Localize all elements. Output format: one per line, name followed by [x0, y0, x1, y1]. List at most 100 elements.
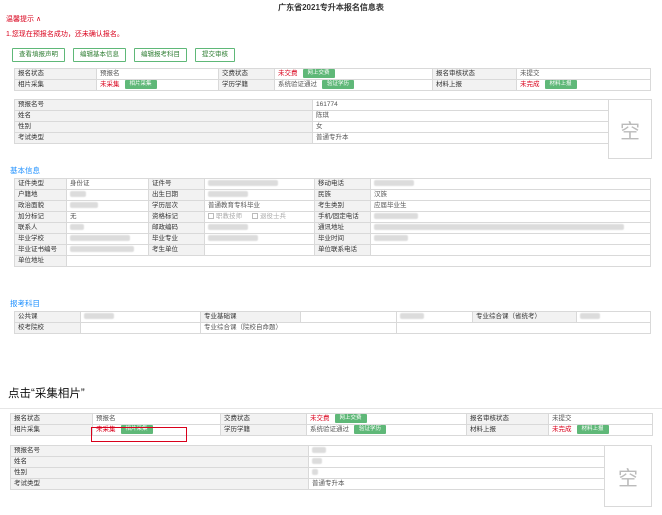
zoom-pay-status-value: 未交费 — [310, 415, 330, 423]
comp-course-label: 专业综合课（省统考） — [472, 311, 577, 323]
major-label: 毕业专业 — [148, 233, 205, 245]
submit-review-button[interactable]: 提交审核 — [195, 48, 235, 62]
phone-label: 手机/固定电话 — [314, 211, 371, 223]
political-label: 政治面貌 — [14, 200, 67, 212]
mobile-label: 移动电话 — [314, 178, 371, 190]
ethnic-label: 民族 — [314, 189, 371, 201]
toolbar: 查看填报声明 编辑基本信息 编辑报考科目 提交审核 — [12, 48, 235, 62]
material-status-value: 未完成 — [520, 81, 540, 89]
prereg-no-label: 预报名号 — [14, 99, 313, 111]
photo-status-value: 未采集 — [100, 81, 120, 89]
ethnic-value: 汉族 — [370, 189, 651, 201]
qual-tech-label: 职教技师 — [216, 213, 242, 220]
photo-capture-label: 相片采集 — [14, 79, 97, 92]
exam-type-label: 考试类型 — [14, 132, 313, 144]
school-label: 毕业学校 — [14, 233, 67, 245]
postcode-redacted — [208, 224, 248, 231]
zoom-prereg-no-redacted — [312, 447, 326, 454]
postcode-label: 邮政编码 — [148, 222, 205, 234]
subjects-section-title: 报考科目 — [10, 299, 40, 308]
name-value: 陈琪 — [312, 110, 609, 122]
pay-status-label: 交费状态 — [218, 67, 275, 81]
pay-online-button[interactable]: 网上交费 — [302, 69, 335, 78]
comp-course-redacted — [580, 313, 600, 320]
zoom-name-redacted — [312, 458, 322, 465]
material-upload-label: 材料上报 — [432, 79, 517, 92]
birth-label: 出生日期 — [148, 189, 205, 201]
id-type-label: 证件类型 — [14, 178, 67, 190]
zoom-material-upload-button[interactable]: 材料上报 — [576, 425, 609, 435]
zoom-gender-label: 性别 — [10, 467, 309, 479]
gender-value: 女 — [312, 121, 609, 133]
zoom-reg-status-label: 报名状态 — [10, 412, 93, 426]
bonus-label: 加分标记 — [14, 211, 67, 223]
instruction-caption: 点击“采集相片” — [8, 388, 85, 400]
zoom-material-upload-label: 材料上报 — [466, 424, 549, 437]
qual-tech-checkbox[interactable] — [208, 213, 214, 220]
id-type-value: 身份证 — [66, 178, 149, 190]
school-exam-label: 校考院校 — [14, 322, 81, 334]
zoom-top-divider — [0, 408, 662, 409]
major-redacted — [208, 235, 258, 242]
summary-table: 预报名号 161774 姓名 陈琪 性别女 考试类型 普通专升本 — [14, 99, 609, 144]
zoom-edu-status-label: 学历学籍 — [220, 424, 307, 437]
zoom-pay-status-label: 交费状态 — [220, 412, 307, 426]
edit-subjects-button[interactable]: 编辑报考科目 — [134, 48, 187, 62]
gender-label: 性别 — [14, 121, 313, 133]
contact-label: 联系人 — [14, 222, 67, 234]
zoom-audit-status-value: 未提交 — [548, 412, 653, 426]
cert-no-redacted — [70, 246, 134, 253]
pay-status-value: 未交费 — [278, 70, 298, 78]
unit-label: 考生单位 — [148, 244, 205, 256]
unit-address-label: 单位地址 — [14, 255, 67, 267]
basic-info-section-title: 基本信息 — [10, 166, 40, 175]
reg-status-value: 预报名 — [96, 67, 219, 81]
address-label: 通讯地址 — [314, 222, 371, 234]
address-redacted — [374, 224, 624, 231]
cert-no-label: 毕业证书编号 — [14, 244, 67, 256]
zoom-verify-edu-button[interactable]: 验证学历 — [354, 425, 387, 435]
prereg-no-value: 161774 — [312, 99, 609, 111]
zoom-summary-table: 预报名号 姓名 性别 考试类型 普通专升本 — [10, 445, 605, 490]
photo-capture-highlight — [91, 427, 187, 442]
id-no-label: 证件号 — [148, 178, 205, 190]
notice-toggle[interactable]: 温馨提示 ∧ — [6, 14, 41, 24]
grad-time-label: 毕业时间 — [314, 233, 371, 245]
zoom-photo-placeholder: 空 — [604, 445, 652, 507]
material-upload-button[interactable]: 材料上报 — [544, 80, 577, 90]
photo-capture-button[interactable]: 相片采集 — [124, 80, 157, 90]
mobile-redacted — [374, 180, 414, 187]
name-label: 姓名 — [14, 110, 313, 122]
basic-course-redacted — [400, 313, 424, 320]
verify-edu-button[interactable]: 验证学历 — [322, 80, 355, 90]
exam-type-value: 普通专升本 — [312, 132, 609, 144]
grad-time-redacted — [374, 235, 408, 242]
reg-status-label: 报名状态 — [14, 67, 97, 81]
zoom-audit-status-label: 报名审核状态 — [466, 412, 549, 426]
zoom-exam-type-label: 考试类型 — [10, 478, 309, 490]
zoom-pay-online-button[interactable]: 网上交费 — [334, 414, 367, 423]
view-declaration-button[interactable]: 查看填报声明 — [12, 48, 65, 62]
edit-basic-info-button[interactable]: 编辑基本信息 — [73, 48, 126, 62]
public-course-label: 公共课 — [14, 311, 81, 323]
candidate-type-value: 应届毕业生 — [370, 200, 651, 212]
phone-redacted — [374, 213, 418, 220]
zoom-prereg-no-label: 预报名号 — [10, 445, 309, 457]
photo-placeholder: 空 — [608, 99, 652, 159]
birth-redacted — [208, 191, 248, 198]
basic-course-label: 专业基础课 — [200, 311, 301, 323]
zoom-material-status-value: 未完成 — [552, 426, 572, 434]
qual-veteran-checkbox[interactable] — [252, 213, 258, 220]
quals-label: 资格标记 — [148, 211, 205, 223]
status-table: 报名状态 预报名 交费状态 未交费 网上交费 报名审核状态 未提交 相片采集 未采… — [14, 67, 651, 92]
edu-level-label: 学历层次 — [148, 200, 205, 212]
hukou-redacted — [70, 191, 86, 198]
zoom-edu-status-value: 系统验证通过 — [310, 426, 349, 434]
zoom-reg-status-value: 预报名 — [92, 412, 221, 426]
edu-status-label: 学历学籍 — [218, 79, 275, 92]
comp-school-label: 专业综合课（院校自命题） — [200, 322, 397, 334]
hukou-label: 户籍地 — [14, 189, 67, 201]
political-redacted — [70, 202, 98, 209]
public-course-redacted — [84, 313, 114, 320]
candidate-type-label: 考生类别 — [314, 200, 371, 212]
